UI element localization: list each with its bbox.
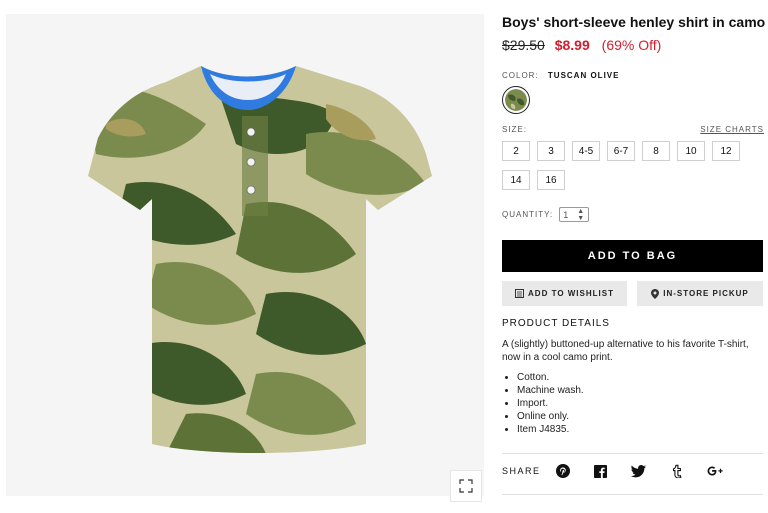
wishlist-label: ADD TO WISHLIST (528, 289, 614, 298)
share-label: SHARE (502, 466, 541, 476)
color-swatch[interactable] (502, 86, 530, 114)
size-option-3[interactable]: 3 (537, 141, 565, 161)
zoom-button[interactable] (450, 470, 482, 502)
size-option-10[interactable]: 10 (677, 141, 705, 161)
size-option-6-7[interactable]: 6-7 (607, 141, 635, 161)
product-description: A (slightly) buttoned-up alternative to … (502, 339, 749, 363)
quantity-label: QUANTITY: (502, 210, 554, 219)
color-label: COLOR: (502, 71, 539, 80)
size-charts-link[interactable]: SIZE CHARTS (700, 125, 764, 134)
size-label: SIZE: (502, 125, 528, 134)
map-pin-icon (651, 288, 660, 299)
divider (502, 453, 763, 454)
size-option-16[interactable]: 16 (537, 170, 565, 190)
in-store-pickup-button[interactable]: IN-STORE PICKUP (637, 281, 763, 306)
add-to-bag-button[interactable]: ADD TO BAG (502, 240, 763, 272)
quantity-value: 1 (563, 209, 570, 220)
product-title: Boys' short-sleeve henley shirt in camo (502, 14, 766, 30)
size-option-8[interactable]: 8 (642, 141, 670, 161)
stepper-arrows-icon: ▲ ▼ (577, 207, 586, 222)
product-image-panel (6, 14, 484, 502)
size-row: SIZE: SIZE CHARTS (502, 125, 764, 134)
list-item: Item J4835. (517, 423, 584, 436)
product-image (88, 66, 432, 453)
size-option-14[interactable]: 14 (502, 170, 530, 190)
list-item: Machine wash. (517, 384, 584, 397)
size-option-4-5[interactable]: 4-5 (572, 141, 600, 161)
facebook-icon[interactable] (593, 463, 609, 479)
original-price: $29.50 (502, 37, 545, 53)
list-item: Import. (517, 397, 584, 410)
list-item: Cotton. (517, 371, 584, 384)
size-option-2[interactable]: 2 (502, 141, 530, 161)
list-item: Online only. (517, 410, 584, 423)
color-value: TUSCAN OLIVE (547, 71, 620, 80)
color-row: COLOR: TUSCAN OLIVE (502, 71, 619, 80)
sale-price: $8.99 (554, 37, 590, 53)
price-row: $29.50 $8.99 (69% Off) (502, 37, 661, 53)
add-to-wishlist-button[interactable]: ADD TO WISHLIST (502, 281, 627, 306)
discount-label: (69% Off) (601, 37, 662, 53)
size-option-12[interactable]: 12 (712, 141, 740, 161)
quantity-row: QUANTITY: 1 ▲ ▼ (502, 207, 590, 222)
tumblr-icon[interactable] (669, 463, 685, 479)
google-plus-icon[interactable] (707, 463, 723, 479)
product-detail-list: Cotton. Machine wash. Import. Online onl… (502, 371, 584, 436)
divider (502, 494, 763, 495)
product-details-heading: PRODUCT DETAILS (502, 318, 610, 329)
quantity-select[interactable]: 1 ▲ ▼ (559, 207, 590, 222)
camo-swatch-icon (505, 89, 527, 111)
expand-icon (459, 479, 473, 493)
pinterest-icon[interactable] (555, 463, 571, 479)
twitter-icon[interactable] (631, 463, 647, 479)
share-row: SHARE (502, 463, 745, 479)
list-icon (515, 289, 525, 298)
pickup-label: IN-STORE PICKUP (663, 289, 749, 298)
